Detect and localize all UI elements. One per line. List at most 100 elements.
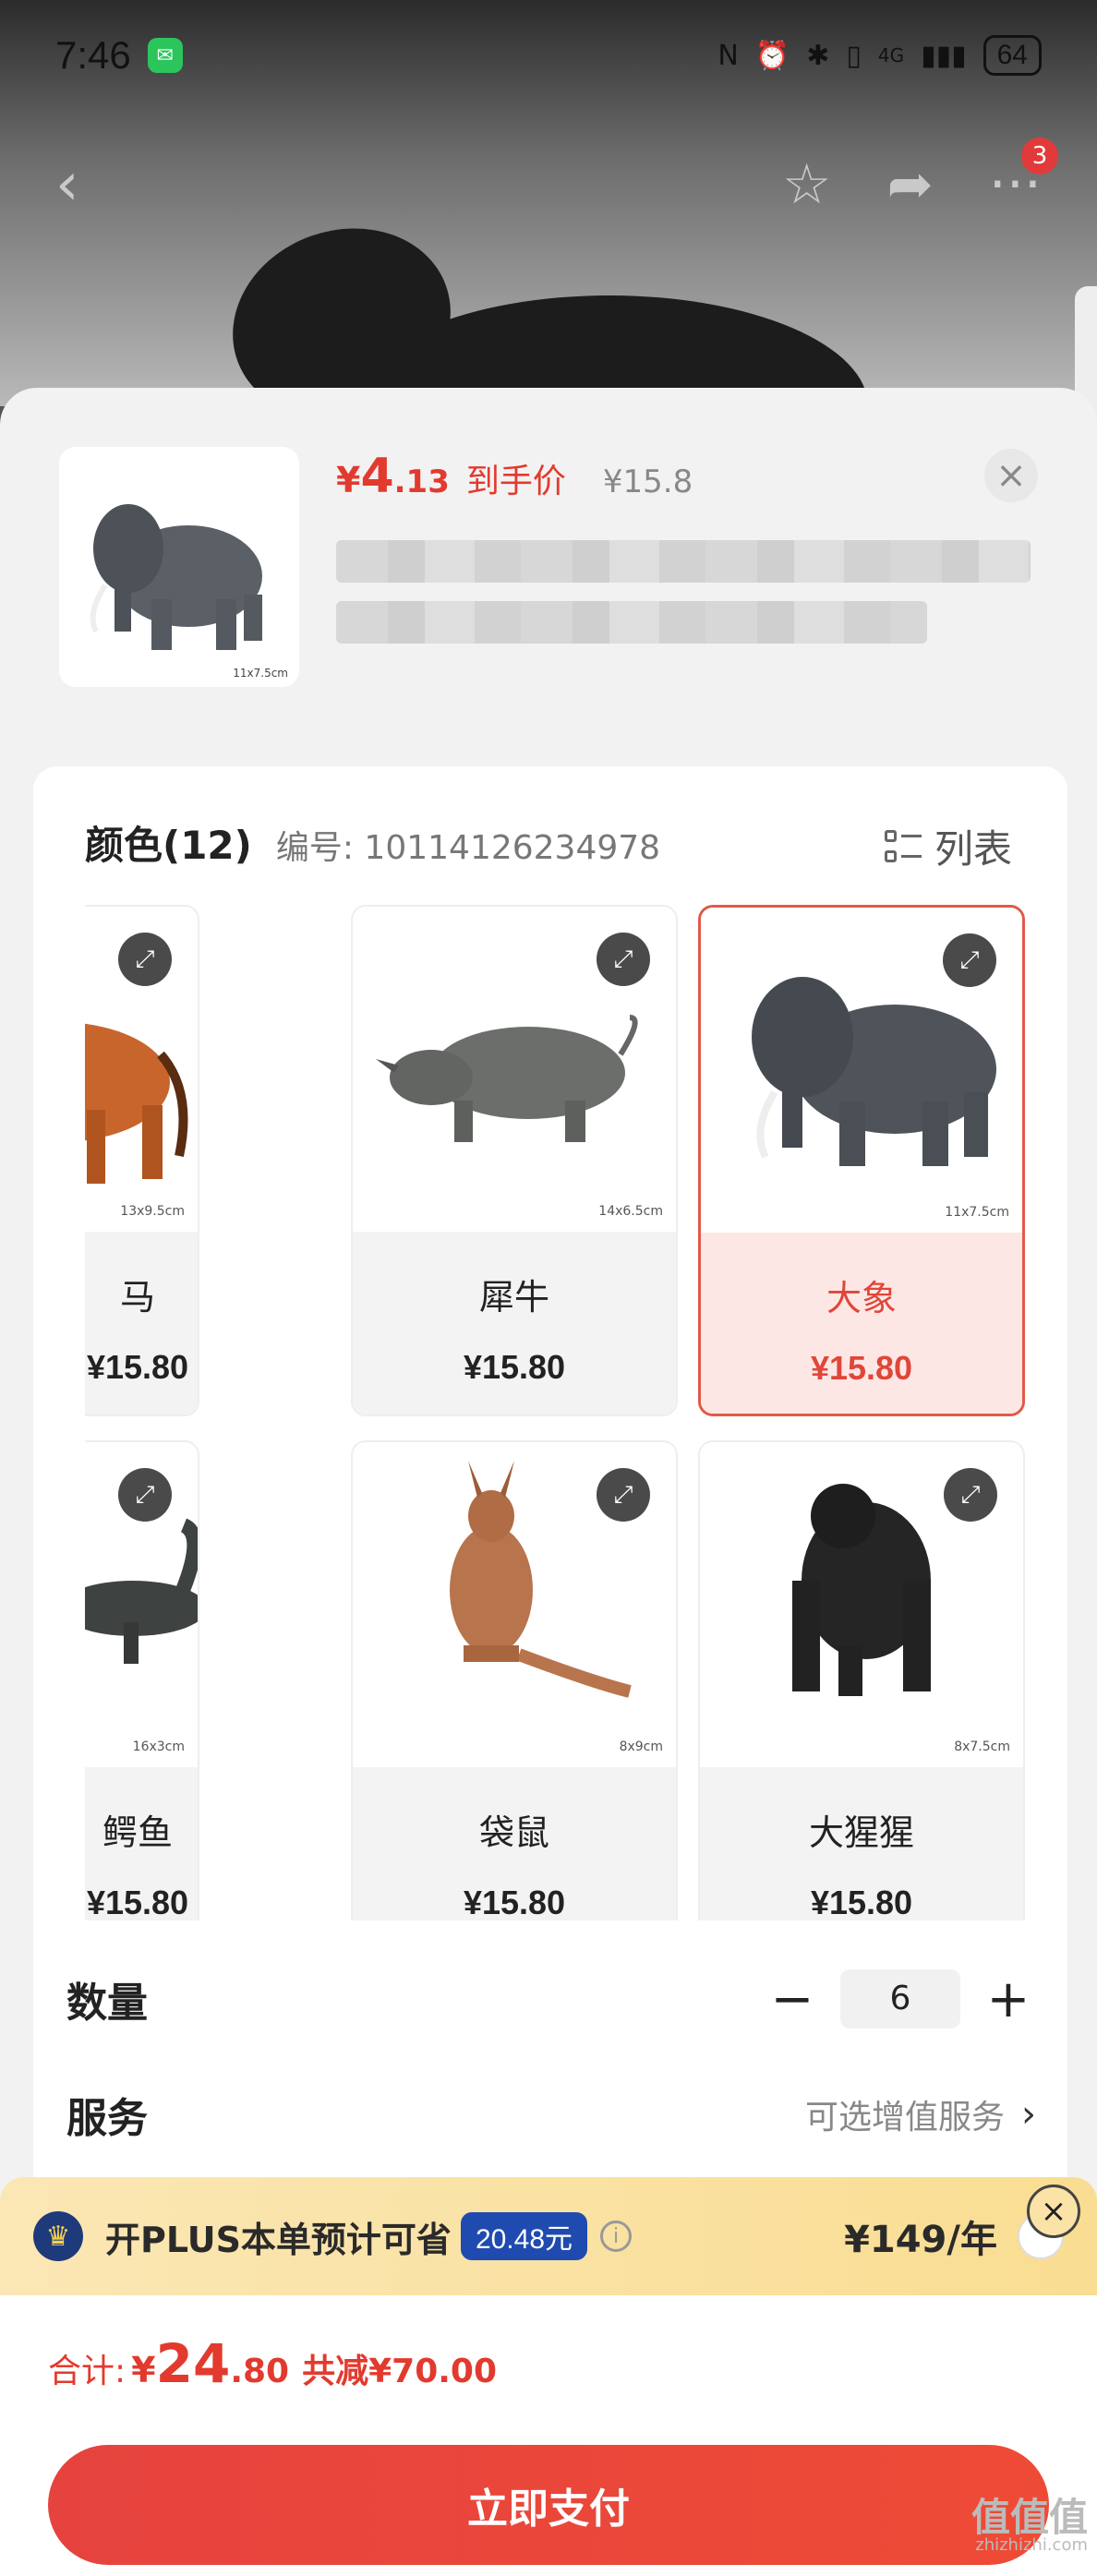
elephant-image (90, 504, 262, 650)
list-view-toggle[interactable]: 列表 (884, 818, 1012, 874)
price-integer: 4 (360, 449, 394, 504)
variant-price: ¥15.80 (810, 1349, 913, 1387)
vibrate-icon: ▯ (846, 39, 862, 72)
variant-info: 大象 ¥15.80 (701, 1233, 1022, 1414)
top-navigation: ‹ ☆ ➦ ··· 3 (0, 138, 1097, 222)
network-label: 4G (877, 44, 905, 66)
list-toggle-label: 列表 (934, 826, 1012, 872)
plus-price: ¥149/年 (844, 2219, 997, 2261)
variant-card-gorilla[interactable]: 8x7.5cm ⤢ 大猩猩 ¥15.80 (698, 1440, 1025, 1920)
quantity-input[interactable]: 6 (840, 1969, 960, 2028)
service-label: 服务 (66, 2095, 148, 2142)
minus-button[interactable]: − (765, 1969, 820, 2029)
variant-name: 袋鼠 (478, 1812, 549, 1853)
price-tag: 到手价 (465, 463, 566, 500)
original-price: ¥15.8 (602, 463, 693, 500)
plus-button[interactable]: + (981, 1969, 1036, 2029)
variant-name: 大象 (826, 1278, 897, 1318)
price-symbol: ¥ (336, 460, 361, 500)
variant-name: 马 (119, 1277, 155, 1318)
thumbnail-size-label: 11x7.5cm (233, 667, 288, 680)
battery-indicator: 64 (982, 35, 1042, 76)
star-icon[interactable]: ☆ (782, 152, 832, 217)
variant-price: ¥15.80 (810, 1884, 913, 1920)
notification-badge: 3 (1021, 138, 1058, 175)
service-row[interactable]: 服务 可选增值服务 › (66, 2077, 1036, 2151)
variant-price: ¥15.80 (86, 1884, 189, 1920)
total-integer: 24 (155, 2332, 231, 2395)
variant-card-rhino[interactable]: 14x6.5cm ⤢ 犀牛 ¥15.80 (351, 905, 678, 1416)
variant-card-horse[interactable]: 13x9.5cm ⤢ 马 ¥15.80 (85, 905, 199, 1416)
variant-size: 11x7.5cm (945, 1205, 1009, 1220)
watermark-subtext: zhizhizhi.com (975, 2535, 1088, 2555)
variant-size: 14x6.5cm (598, 1204, 663, 1219)
list-icon (884, 828, 922, 865)
watermark-logo: 值值值 zhizhizhi.com (971, 2498, 1088, 2554)
total-label: 合计: (48, 2353, 127, 2390)
variant-size: 13x9.5cm (120, 1204, 185, 1219)
expand-icon[interactable]: ⤢ (597, 1468, 650, 1522)
checkout-footer: 合计: ¥ 24 .80 共减¥70.00 立即支付 值值值 zhizhizhi… (0, 2295, 1097, 2576)
blurred-line (336, 540, 1031, 583)
variant-title: 颜色(12) (85, 823, 252, 868)
info-icon[interactable]: i (600, 2221, 633, 2252)
close-plus-button[interactable]: × (1027, 2185, 1080, 2238)
close-icon: × (995, 454, 1027, 497)
quantity-stepper: − 6 + (765, 1969, 1036, 2029)
variant-price: ¥15.80 (86, 1348, 189, 1386)
expand-icon[interactable]: ⤢ (943, 933, 996, 987)
plus-promo-text: 开PLUS本单预计可省 (105, 2219, 452, 2260)
watermark-text: 值值值 (970, 2495, 1088, 2540)
variant-header: 颜色(12) 编号: 10114126234978 (85, 814, 660, 871)
expand-icon[interactable]: ⤢ (118, 1468, 172, 1522)
status-time: 7:46 (55, 33, 131, 77)
variant-info: 袋鼠 ¥15.80 (353, 1767, 676, 1920)
variant-name: 鳄鱼 (102, 1812, 173, 1853)
variant-card-crocodile[interactable]: 16x3cm ⤢ 鳄鱼 ¥15.80 (85, 1440, 199, 1920)
expand-icon[interactable]: ⤢ (118, 933, 172, 986)
product-code: 编号: 10114126234978 (275, 829, 661, 867)
expand-icon[interactable]: ⤢ (597, 933, 650, 986)
total-discount: 共减¥70.00 (302, 2353, 498, 2390)
plus-membership-bar[interactable]: ♛ 开PLUS本单预计可省 20.48元 i ¥149/年 × (0, 2177, 1097, 2295)
product-thumbnail: 11x7.5cm (59, 447, 299, 687)
variant-price: ¥15.80 (463, 1884, 566, 1920)
total-row: 合计: ¥ 24 .80 共减¥70.00 (48, 2332, 497, 2395)
back-icon[interactable]: ‹ (55, 150, 79, 219)
plus-savings-badge: 20.48元 (460, 2212, 588, 2260)
close-sheet-button[interactable]: × (984, 449, 1038, 502)
variant-size: 16x3cm (132, 1739, 185, 1754)
quantity-label: 数量 (66, 1980, 148, 2027)
variant-name: 犀牛 (478, 1277, 549, 1318)
variant-info: 鳄鱼 ¥15.80 (85, 1767, 198, 1920)
total-symbol: ¥ (131, 2350, 156, 2390)
price-decimal: .13 (393, 463, 450, 500)
expand-icon[interactable]: ⤢ (944, 1468, 997, 1522)
bluetooth-icon: ✱ (806, 39, 830, 72)
variant-info: 犀牛 ¥15.80 (353, 1232, 676, 1414)
status-bar: 7:46 ✉ N ⏰ ✱ ▯ 4G ▮▮▮ 64 (0, 0, 1097, 111)
blurred-line (336, 601, 927, 644)
variant-info: 大猩猩 ¥15.80 (700, 1767, 1023, 1920)
blurred-product-title (336, 540, 1031, 660)
chevron-right-icon: › (1021, 2093, 1036, 2136)
nfc-icon: N (717, 39, 739, 72)
total-decimal: .80 (230, 2353, 290, 2390)
variant-price: ¥15.80 (463, 1348, 566, 1386)
background-product-page: 7:46 ✉ N ⏰ ✱ ▯ 4G ▮▮▮ 64 ‹ ☆ ➦ ··· 3 (0, 0, 1097, 406)
nav-actions: ☆ ➦ ··· 3 (782, 138, 1058, 217)
crown-icon: ♛ (33, 2211, 83, 2261)
signal-icon: ▮▮▮ (921, 39, 967, 72)
share-icon[interactable]: ➦ (887, 152, 934, 217)
quantity-row: 数量 − 6 + (66, 1962, 1036, 2036)
variant-name: 大猩猩 (808, 1812, 914, 1853)
variant-card-elephant[interactable]: 11x7.5cm ⤢ 大象 ¥15.80 (698, 905, 1025, 1416)
variant-card-kangaroo[interactable]: 8x9cm ⤢ 袋鼠 ¥15.80 (351, 1440, 678, 1920)
variant-size: 8x9cm (619, 1739, 663, 1754)
alarm-icon: ⏰ (754, 39, 790, 72)
pay-now-button[interactable]: 立即支付 (48, 2445, 1049, 2565)
variant-size: 8x7.5cm (954, 1739, 1010, 1754)
product-header: 11x7.5cm ¥ 4 .13 到手价 ¥15.8 × (0, 388, 1097, 720)
price-line: ¥ 4 .13 到手价 ¥15.8 (336, 449, 693, 504)
variant-info: 马 ¥15.80 (85, 1232, 198, 1414)
